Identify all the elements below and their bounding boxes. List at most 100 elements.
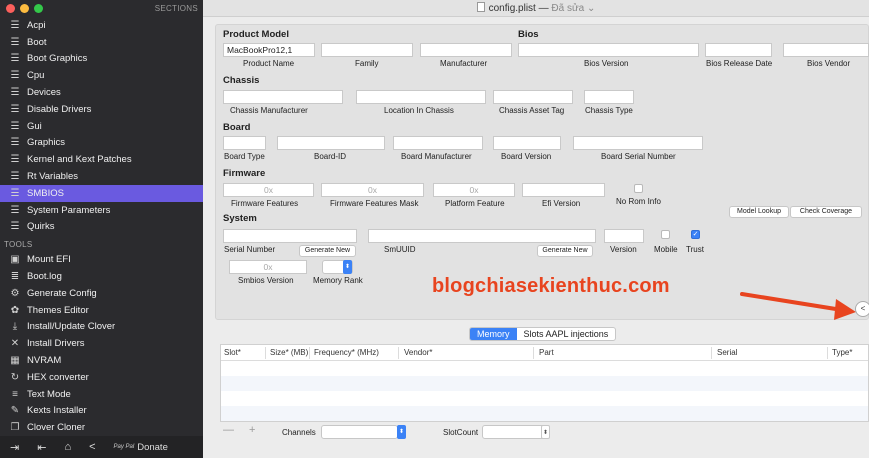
table-row[interactable] (221, 376, 868, 391)
smbios-version-field[interactable]: 0x (229, 260, 307, 274)
refresh-icon: ↻ (10, 371, 20, 383)
column-divider (533, 347, 534, 359)
table-row[interactable] (221, 391, 868, 406)
tab-memory[interactable]: Memory (470, 328, 517, 340)
firmware-features-mask-field[interactable]: 0x (321, 183, 424, 197)
table-row[interactable] (221, 406, 868, 421)
tool-item-clover-cloner[interactable]: ❐ Clover Cloner (0, 419, 203, 436)
home-icon[interactable]: ⌂ (64, 441, 71, 453)
sidebar-item-system-parameters[interactable]: ☰ System Parameters (0, 202, 203, 219)
table-row[interactable] (221, 361, 868, 376)
sidebar-item-boot[interactable]: ☰ Boot (0, 34, 203, 51)
firmware-features-field[interactable]: 0x (223, 183, 314, 197)
zoom-window-button[interactable] (34, 4, 43, 13)
sidebar-item-label: System Parameters (27, 204, 111, 216)
column-divider (827, 347, 828, 359)
column-frequency[interactable]: Frequency* (MHz) (314, 348, 379, 357)
add-remove-row-buttons[interactable]: — + (223, 424, 261, 436)
product-name-field[interactable]: MacBookPro12,1 (223, 43, 315, 57)
sidebar-item-acpi[interactable]: ☰ Acpi (0, 17, 203, 34)
collapse-panel-button[interactable]: < (855, 301, 869, 317)
platform-feature-field[interactable]: 0x (433, 183, 515, 197)
share-icon[interactable]: < (89, 441, 95, 453)
no-rom-info-checkbox[interactable] (634, 184, 643, 193)
slotcount-field[interactable] (482, 425, 545, 439)
tool-item-kexts-installer[interactable]: ✎ Kexts Installer (0, 403, 203, 420)
tool-item-themes-editor[interactable]: ✿ Themes Editor (0, 302, 203, 319)
import-icon[interactable]: ⇥ (10, 441, 19, 454)
mobile-checkbox[interactable] (661, 230, 670, 239)
version-field[interactable] (604, 229, 644, 243)
channels-select[interactable] (321, 425, 398, 439)
manufacturer-field[interactable] (420, 43, 512, 57)
tool-item-install-drivers[interactable]: ✕ Install Drivers (0, 335, 203, 352)
channels-stepper-icon[interactable]: ⬍ (397, 425, 406, 439)
column-vendor[interactable]: Vendor* (404, 348, 432, 357)
location-in-chassis-label: Location In Chassis (384, 106, 454, 115)
board-type-field[interactable] (223, 136, 266, 150)
minimize-window-button[interactable] (20, 4, 29, 13)
memory-table-header: Slot* Size* (MB) Frequency* (MHz) Vendor… (221, 345, 868, 361)
sidebar-item-disable-drivers[interactable]: ☰ Disable Drivers (0, 101, 203, 118)
generate-smuuid-button[interactable]: Generate New (537, 245, 593, 257)
board-id-field[interactable] (277, 136, 385, 150)
bios-vendor-label: Bios Vendor (807, 59, 851, 68)
chassis-type-field[interactable] (584, 90, 634, 104)
bios-version-field[interactable] (518, 43, 699, 57)
serial-number-field[interactable] (223, 229, 357, 243)
chassis-asset-tag-field[interactable] (493, 90, 573, 104)
generate-serial-button[interactable]: Generate New (299, 245, 356, 257)
board-manufacturer-label: Board Manufacturer (401, 152, 472, 161)
tool-item-label: Generate Config (27, 287, 97, 299)
sidebar-item-smbios[interactable]: ☰ SMBIOS (0, 184, 203, 202)
drive-icon: ▣ (10, 254, 20, 266)
export-icon[interactable]: ⇤ (37, 441, 46, 454)
tool-item-boot-log[interactable]: ≣ Boot.log (0, 268, 203, 285)
sidebar-item-gui[interactable]: ☰ Gui (0, 118, 203, 135)
trust-checkbox[interactable]: ✓ (691, 230, 700, 239)
sidebar-item-devices[interactable]: ☰ Devices (0, 84, 203, 101)
sidebar-item-rt-variables[interactable]: ☰ Rt Variables (0, 168, 203, 185)
sidebar-item-graphics[interactable]: ☰ Graphics (0, 135, 203, 152)
column-size[interactable]: Size* (MB) (270, 348, 308, 357)
close-window-button[interactable] (6, 4, 15, 13)
sidebar-item-boot-graphics[interactable]: ☰ Boot Graphics (0, 51, 203, 68)
chevron-down-icon[interactable]: ⌄ (584, 3, 595, 14)
product-model-heading: Product Model (223, 29, 289, 40)
board-manufacturer-field[interactable] (393, 136, 483, 150)
tool-item-generate-config[interactable]: ⚙ Generate Config (0, 285, 203, 302)
tool-item-label: Themes Editor (27, 304, 89, 316)
tool-item-hex-converter[interactable]: ↻ HEX converter (0, 369, 203, 386)
sidebar-item-quirks[interactable]: ☰ Quirks (0, 219, 203, 236)
family-field[interactable] (321, 43, 413, 57)
tab-slots-aapl-injections[interactable]: Slots AAPL injections (517, 328, 616, 340)
board-version-field[interactable] (493, 136, 561, 150)
check-coverage-button[interactable]: Check Coverage (790, 206, 862, 218)
smuuid-field[interactable] (368, 229, 596, 243)
sidebar-item-kernel-and-kext-patches[interactable]: ☰ Kernel and Kext Patches (0, 151, 203, 168)
sidebar: SECTIONS ☰ Acpi ☰ Boot ☰ Boot Graphics ☰ Cpu ☰ De… (0, 0, 203, 458)
board-serial-number-field[interactable] (573, 136, 703, 150)
tool-item-install-update-clover[interactable]: ⤓ Install/Update Clover (0, 319, 203, 336)
bios-release-date-field[interactable] (705, 43, 772, 57)
column-serial[interactable]: Serial (717, 348, 737, 357)
list-icon: ☰ (10, 171, 20, 183)
sidebar-item-cpu[interactable]: ☰ Cpu (0, 67, 203, 84)
sidebar-item-label: Boot (27, 36, 47, 48)
donate-button[interactable]: Pay Pal Donate (114, 442, 168, 453)
tool-item-text-mode[interactable]: ≡ Text Mode (0, 386, 203, 403)
memory-rank-stepper-icon[interactable]: ⬍ (343, 260, 352, 274)
chassis-manufacturer-field[interactable] (223, 90, 343, 104)
bios-vendor-field[interactable] (783, 43, 869, 57)
tool-item-nvram[interactable]: ▦ NVRAM (0, 352, 203, 369)
model-lookup-button[interactable]: Model Lookup (729, 206, 789, 218)
palette-icon: ✿ (10, 304, 20, 316)
tool-item-mount-efi[interactable]: ▣ Mount EFI (0, 251, 203, 268)
column-slot[interactable]: Slot* (224, 348, 241, 357)
edited-status[interactable]: Đã sửa (551, 3, 584, 14)
efi-version-field[interactable] (522, 183, 605, 197)
column-part[interactable]: Part (539, 348, 554, 357)
column-type[interactable]: Type* (832, 348, 852, 357)
location-in-chassis-field[interactable] (356, 90, 486, 104)
slotcount-stepper-icon[interactable]: ⬍ (541, 425, 550, 439)
